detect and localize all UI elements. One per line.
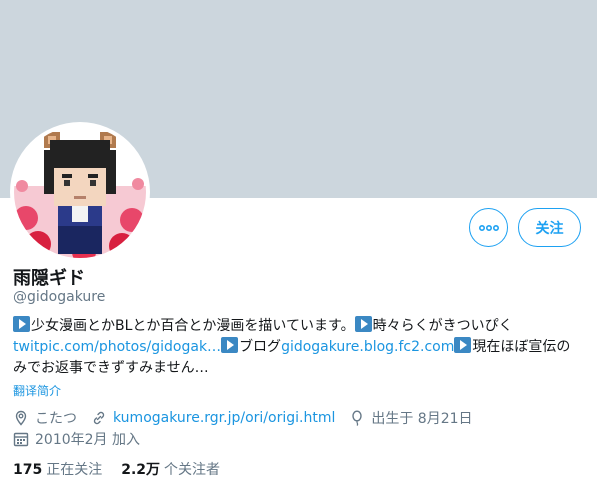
birthday-item: 出生于 8月21日 — [349, 408, 473, 428]
joined-text: 2010年2月 加入 — [35, 432, 140, 448]
following-stat[interactable]: 175 正在关注 — [13, 459, 102, 479]
bio-text-1: 少女漫画とかBLとか百合とか漫画を描いています。 — [31, 318, 355, 334]
location-icon — [15, 410, 27, 426]
following-count: 175 — [13, 462, 43, 478]
birthday-text: 出生于 8月21日 — [371, 411, 473, 427]
profile-bio: 少女漫画とかBLとか百合とか漫画を描いています。 時々らくがきついぴく twitpi… — [13, 316, 573, 379]
bio-link-twitpic[interactable]: twitpic.com/photos/gidogak… — [13, 339, 221, 355]
followers-label: 个关注者 — [164, 462, 221, 478]
play-button-emoji-icon — [454, 337, 472, 353]
more-dots-icon — [478, 224, 499, 231]
display-name: 雨隠ギド — [13, 268, 85, 289]
follow-button[interactable]: 关注 — [518, 208, 581, 247]
bio-text-2: 時々らくがきついぴく — [372, 318, 513, 334]
bio-link-blog[interactable]: gidogakure.blog.fc2.com — [281, 339, 454, 355]
link-icon — [93, 411, 105, 425]
followers-stat[interactable]: 2.2万 个关注者 — [121, 459, 220, 479]
profile-joined-row: 2010年2月 加入 — [13, 429, 154, 449]
joined-item: 2010年2月 加入 — [13, 429, 140, 449]
following-label: 正在关注 — [46, 462, 103, 478]
balloon-icon — [352, 410, 363, 426]
play-button-emoji-icon — [13, 316, 30, 332]
translate-bio-link[interactable]: 翻译简介 — [13, 382, 61, 399]
location-item: こたつ — [13, 408, 77, 428]
profile-meta-row: こたつ kumogakure.rgr.jp/ori/origi.html 出生于… — [13, 408, 487, 428]
followers-count: 2.2万 — [121, 462, 161, 478]
location-text: こたつ — [35, 411, 77, 427]
calendar-icon — [13, 432, 29, 447]
bio-text-3: ブログ — [239, 339, 282, 355]
play-button-emoji-icon — [221, 337, 239, 353]
follow-stats: 175 正在关注 2.2万 个关注者 — [13, 459, 239, 479]
avatar[interactable] — [10, 122, 150, 262]
website-item[interactable]: kumogakure.rgr.jp/ori/origi.html — [91, 410, 335, 426]
more-options-button[interactable] — [469, 208, 508, 247]
user-handle: @gidogakure — [13, 289, 106, 305]
website-link[interactable]: kumogakure.rgr.jp/ori/origi.html — [113, 410, 335, 426]
play-button-emoji-icon — [354, 316, 372, 332]
avatar-image — [14, 126, 146, 258]
